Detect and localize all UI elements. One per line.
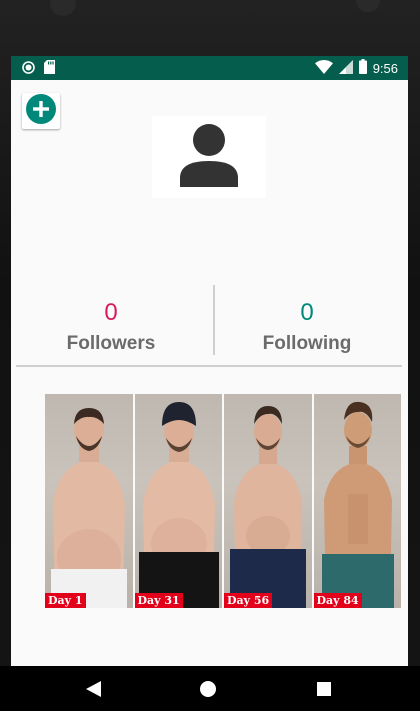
add-button[interactable]: [22, 93, 60, 129]
progress-photo-strip[interactable]: Day 1 Day 31 Day 56 Day 84: [45, 394, 401, 608]
following-count: 0: [300, 299, 314, 326]
device-sensor: [356, 0, 380, 12]
app-screen: 9:56 0 Followers 0 Following Day 1 Day 3…: [11, 56, 408, 666]
notification-dot-icon: [22, 60, 35, 79]
person-icon: [178, 123, 240, 192]
cell-signal-icon: [338, 59, 353, 79]
status-bar: 9:56: [11, 56, 408, 80]
followers-stat[interactable]: 0 Followers: [16, 284, 206, 356]
progress-photo[interactable]: Day 56: [224, 394, 312, 608]
photo-day-label: Day 31: [134, 593, 183, 608]
device-camera: [50, 0, 76, 16]
photo-day-label: Day 56: [224, 593, 273, 608]
following-label: Following: [262, 333, 352, 354]
plus-circle-icon: [25, 93, 57, 130]
photo-day-label: Day 84: [313, 593, 362, 608]
progress-photo[interactable]: Day 84: [313, 394, 401, 608]
recents-icon[interactable]: [317, 682, 331, 696]
status-time: 9:56: [372, 61, 398, 76]
stats-panel: 0 Followers 0 Following: [16, 284, 402, 366]
following-stat[interactable]: 0 Following: [212, 284, 402, 356]
followers-count: 0: [104, 299, 118, 326]
battery-icon: [358, 59, 367, 79]
followers-label: Followers: [66, 333, 156, 354]
sd-card-icon: [44, 60, 55, 79]
profile-avatar[interactable]: [152, 116, 266, 198]
section-divider: [16, 365, 402, 367]
photo-day-label: Day 1: [45, 593, 86, 608]
home-icon[interactable]: [200, 681, 216, 697]
wifi-icon: [314, 59, 333, 79]
progress-photo[interactable]: Day 31: [134, 394, 222, 608]
progress-photo[interactable]: Day 1: [45, 394, 133, 608]
back-icon[interactable]: [86, 681, 101, 702]
system-nav-bar: [0, 666, 420, 711]
